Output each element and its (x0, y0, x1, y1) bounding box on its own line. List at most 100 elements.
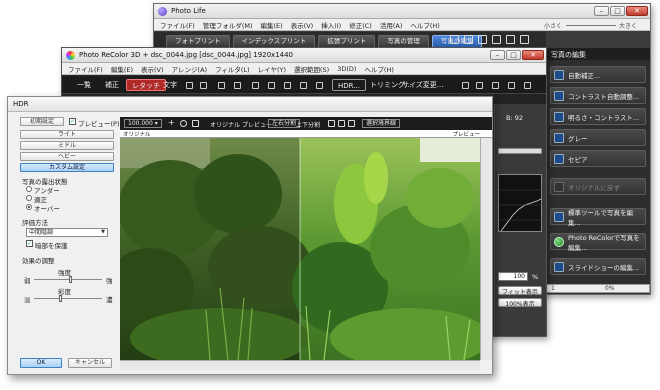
rotate-icon[interactable] (268, 82, 275, 89)
thumbnail-size-slider[interactable] (566, 25, 616, 26)
menu-item[interactable]: ヘルプ(H) (410, 20, 439, 30)
menu-item[interactable]: アレンジ(A) (172, 64, 208, 74)
menu-item[interactable]: 編集(E) (111, 64, 133, 74)
zoom-large-label: 大きく (619, 23, 638, 30)
correct-mode-button[interactable]: 補正 (100, 79, 124, 91)
standard-tool-edit-button[interactable]: 標準ツールで写真を編集... (550, 208, 646, 227)
zoom-select[interactable]: 100.000 ▾ (124, 119, 162, 128)
protect-dark-checkbox[interactable]: ✓ (26, 240, 33, 247)
chevron-down-icon: ▼ (101, 229, 105, 235)
evaluation-select[interactable]: 中間階調 ▼ (26, 228, 108, 237)
maximize-button[interactable]: □ (506, 50, 521, 60)
fit-view-button[interactable]: フィット表示 (498, 286, 542, 296)
menu-item[interactable]: 編集(E) (261, 20, 283, 30)
compare-icon[interactable] (328, 120, 335, 127)
info-icon[interactable] (524, 82, 531, 89)
menu-item[interactable]: 表示(V) (291, 20, 314, 30)
crop-icon[interactable] (300, 82, 307, 89)
delete-icon[interactable] (492, 35, 501, 44)
preview-vertical-scrollbar[interactable] (480, 138, 492, 360)
minimize-button[interactable]: – (594, 6, 609, 16)
menu-item[interactable]: 3D(D) (337, 65, 356, 73)
close-button[interactable]: ✕ (522, 50, 544, 60)
zoom-unit: % (532, 273, 539, 281)
split-grid-icon[interactable] (338, 120, 345, 127)
preset-heavy-button[interactable]: ヘビー (20, 152, 114, 161)
menu-item[interactable]: 挿入(I) (321, 20, 341, 30)
exposure-under-radio[interactable] (26, 186, 32, 192)
cancel-button[interactable]: キャンセル (68, 358, 112, 368)
undo-icon[interactable] (186, 82, 193, 89)
menu-item[interactable]: ヘルプ(H) (364, 64, 393, 74)
close-button[interactable]: ✕ (626, 6, 648, 16)
preview-checkbox[interactable]: ✓ (69, 118, 76, 125)
list-mode-button[interactable]: 一覧 (72, 79, 96, 91)
brightness-contrast-button[interactable]: 明るさ・コントラスト... (550, 108, 646, 125)
histogram-icon[interactable] (492, 82, 499, 89)
menu-item[interactable]: ファイル(F) (68, 64, 103, 74)
exposure-normal-radio[interactable] (26, 195, 32, 201)
saturation-slider-thumb[interactable] (59, 295, 63, 302)
grayscale-button[interactable]: グレー (550, 129, 646, 146)
photo-life-titlebar: Photo Life – □ ✕ (154, 4, 650, 19)
auto-contrast-button[interactable]: コントラスト自動調整... (550, 87, 646, 104)
preset-middle-button[interactable]: ミドル (20, 141, 114, 150)
menu-item[interactable]: フィルタ(L) (215, 64, 250, 74)
hand-icon[interactable] (234, 82, 241, 89)
hdr-button[interactable]: HDR... (332, 79, 366, 91)
zoom-value-field[interactable]: 100 (498, 272, 528, 281)
split-top-bottom-button[interactable]: 上下分割 (296, 120, 320, 129)
selection-border-button[interactable]: 選択境界線 (362, 119, 401, 128)
preset-light-button[interactable]: ライト (20, 130, 114, 139)
text-mode-button[interactable]: 文字 (158, 79, 182, 91)
preview-label-right: プレビュー (452, 132, 480, 138)
slideshow-edit-button[interactable]: スライドショーの編集... (550, 258, 646, 275)
filter-icon[interactable] (316, 82, 323, 89)
resize-button[interactable]: サイズ変更... (397, 79, 448, 91)
ok-button[interactable]: OK (20, 358, 62, 368)
menu-item[interactable]: 管理フォルダ(M) (203, 20, 253, 30)
navigator-icon[interactable] (508, 82, 515, 89)
fit-icon[interactable] (348, 120, 355, 127)
recolor-edit-button[interactable]: Photo ReColorで写真を編集... (550, 233, 646, 252)
exposure-over-radio[interactable] (26, 204, 32, 210)
color-info-value: B: 92 (506, 114, 523, 122)
grid-view-icon[interactable] (462, 82, 469, 89)
menu-item[interactable]: ファイル(F) (160, 20, 195, 30)
layer-icon[interactable] (252, 82, 259, 89)
menu-item[interactable]: 選択範囲(S) (294, 64, 329, 74)
minimize-button[interactable]: – (490, 50, 505, 60)
folder-icon[interactable] (506, 35, 515, 44)
preview-horizontal-scrollbar[interactable] (120, 360, 480, 370)
panel-icon[interactable] (476, 82, 483, 89)
maximize-button[interactable]: □ (610, 6, 625, 16)
sepia-icon (554, 153, 564, 164)
sepia-button[interactable]: セピア (550, 150, 646, 167)
zoom-in-icon[interactable]: + (168, 118, 175, 127)
hand-tool-icon[interactable] (192, 120, 199, 127)
initial-settings-button[interactable]: 初期設定 (20, 117, 64, 126)
settings-icon[interactable] (520, 35, 529, 44)
print-icon[interactable] (478, 35, 487, 44)
actual-size-button[interactable]: 100%表示 (498, 298, 542, 308)
strength-slider-track[interactable] (34, 279, 102, 280)
redo-icon[interactable] (200, 82, 207, 89)
flip-icon[interactable] (284, 82, 291, 89)
revert-original-button[interactable]: オリジナルに戻す (550, 178, 646, 195)
preset-custom-button[interactable]: カスタム設定 (20, 163, 114, 172)
zoom-icon[interactable] (218, 82, 225, 89)
copy-icon[interactable] (464, 35, 473, 44)
menu-item[interactable]: 修正(C) (349, 20, 372, 30)
menu-item[interactable]: レイヤ(Y) (258, 64, 286, 74)
hdr-preview-image[interactable] (120, 138, 480, 360)
saturation-slider-track[interactable] (34, 298, 102, 299)
magnifier-icon[interactable] (180, 120, 187, 127)
view-icon[interactable] (450, 35, 459, 44)
recolor-toolbar: 一覧 補正 レタッチ 文字 HDR... トリミング... サイズ変更... (62, 76, 546, 94)
menu-item[interactable]: 活用(A) (380, 20, 403, 30)
view-original-button[interactable]: オリジナル (210, 120, 240, 129)
exposure-over-label: オーバー (34, 205, 60, 213)
strength-slider-thumb[interactable] (69, 276, 73, 283)
menu-item[interactable]: 表示(V) (141, 64, 164, 74)
auto-correct-button[interactable]: 自動補正... (550, 66, 646, 83)
